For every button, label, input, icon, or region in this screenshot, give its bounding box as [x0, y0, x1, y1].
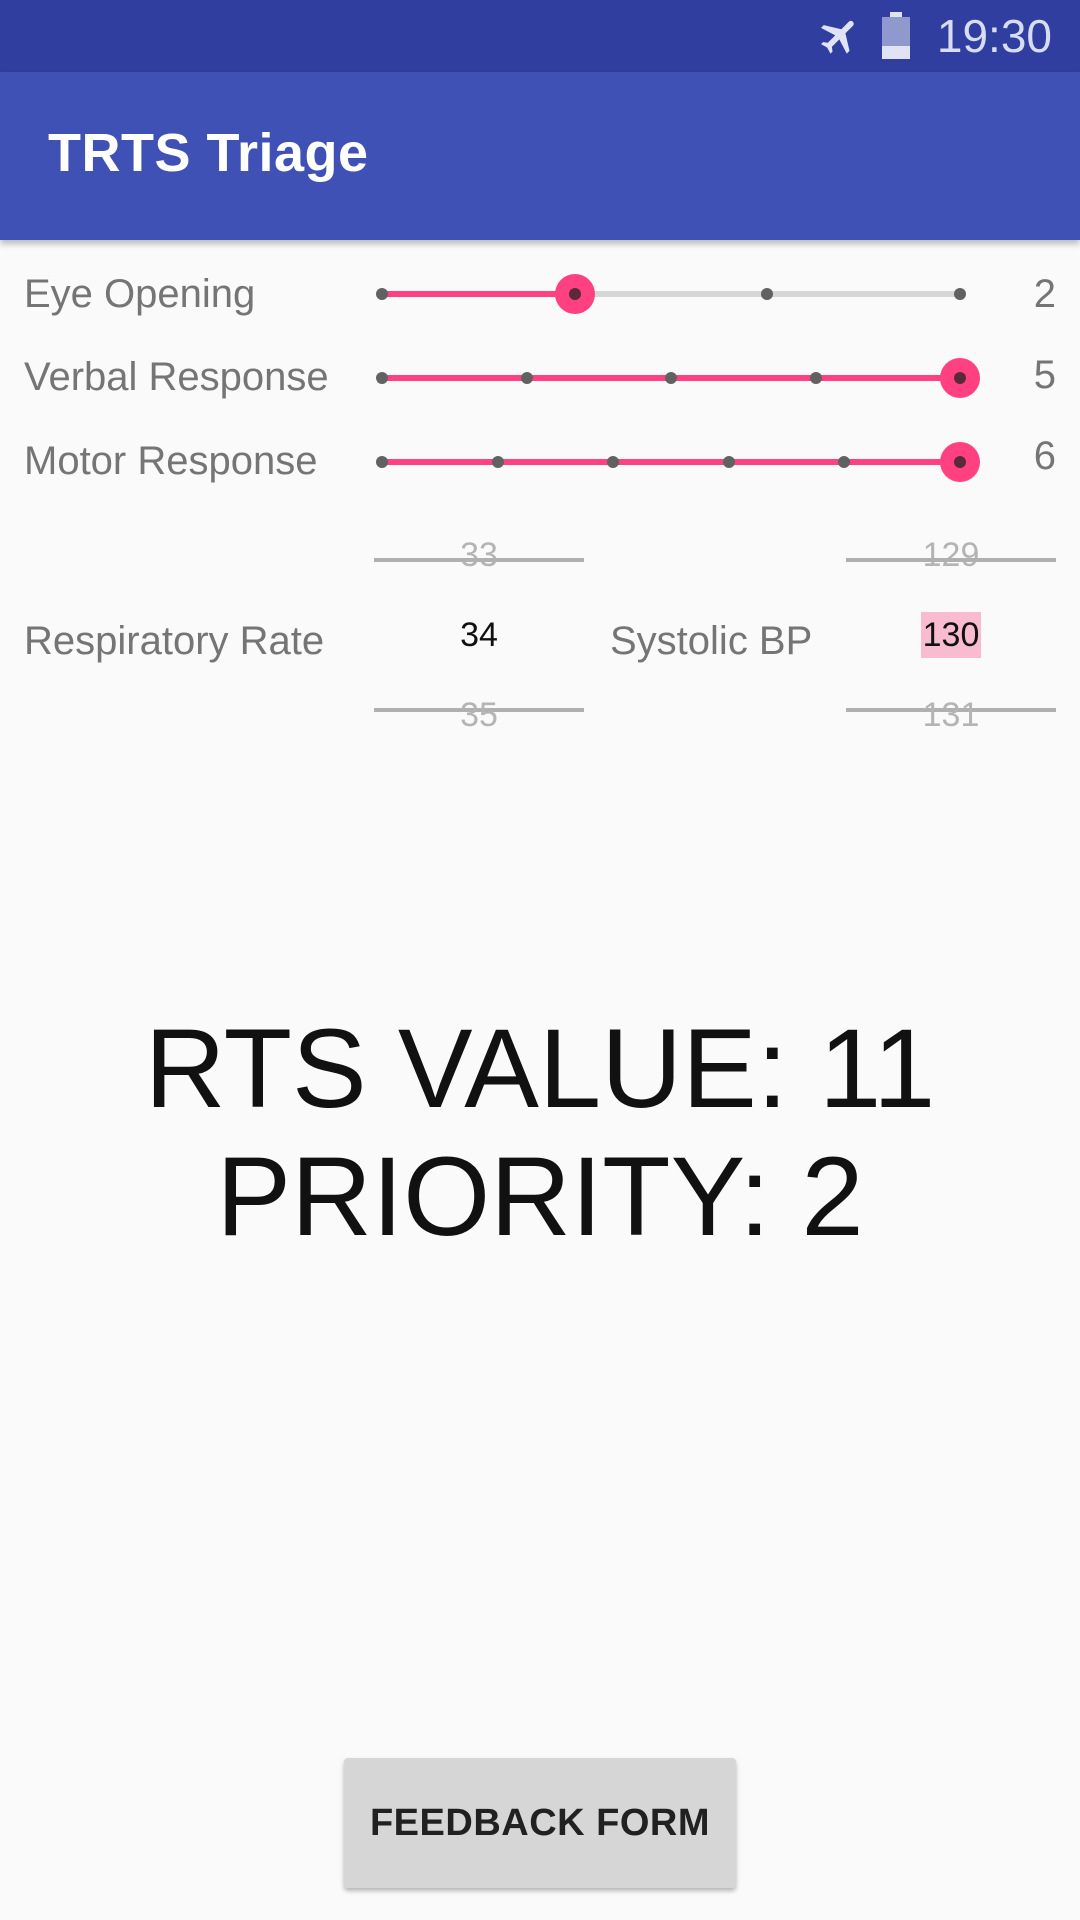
slider-tick [722, 456, 735, 468]
slider-tick [607, 456, 620, 468]
slider-thumb[interactable] [940, 442, 980, 482]
airplane-mode-icon [817, 13, 863, 59]
slider-tick [376, 456, 388, 468]
systolic-bp-label: Systolic BP [610, 619, 813, 663]
battery-icon [881, 12, 911, 60]
motor-response-value: 6 [1033, 434, 1056, 478]
eye-opening-label: Eye Opening [24, 272, 256, 316]
slider-tick [761, 288, 774, 300]
motor-response-slider[interactable] [376, 442, 980, 482]
status-icons: 19:30 [817, 0, 1052, 72]
slider-tick [809, 372, 822, 384]
systolic-bp-picker[interactable]: 129 130 131 [846, 530, 1056, 750]
picker-divider [846, 558, 1056, 562]
respiratory-rate-current[interactable]: 34 [374, 616, 584, 655]
priority-text: PRIORITY: 2 [216, 1134, 864, 1259]
slider-thumb[interactable] [554, 274, 595, 314]
slider-fill [382, 291, 575, 297]
slider-tick [665, 372, 677, 384]
eye-opening-value: 2 [1033, 272, 1056, 316]
respiratory-rate-prev[interactable]: 33 [374, 536, 584, 575]
systolic-bp-current-value: 130 [920, 612, 982, 658]
app-bar: TRTS Triage [0, 72, 1080, 240]
picker-divider [374, 558, 584, 562]
systolic-bp-prev[interactable]: 129 [846, 536, 1056, 575]
slider-tick [376, 288, 388, 300]
verbal-response-value: 5 [1033, 353, 1056, 397]
status-time: 19:30 [936, 10, 1052, 62]
slider-tick [491, 456, 504, 468]
respiratory-rate-picker[interactable]: 33 34 35 [374, 530, 584, 750]
verbal-response-slider[interactable] [376, 358, 980, 398]
motor-response-label: Motor Response [24, 439, 318, 483]
slider-fill [382, 459, 960, 465]
respiratory-rate-current-value: 34 [460, 616, 498, 654]
respiratory-rate-label: Respiratory Rate [24, 619, 325, 663]
respiratory-rate-next[interactable]: 35 [374, 696, 584, 735]
feedback-form-button[interactable]: FEEDBACK FORM [344, 1758, 736, 1888]
eye-opening-slider[interactable] [376, 274, 966, 314]
slider-tick [520, 372, 533, 384]
rts-value-text: RTS VALUE: 11 [144, 1006, 936, 1131]
systolic-bp-next[interactable]: 131 [846, 696, 1056, 735]
slider-tick [376, 372, 388, 384]
verbal-response-label: Verbal Response [24, 355, 329, 399]
slider-tick [954, 288, 966, 300]
systolic-bp-current[interactable]: 130 [846, 612, 1056, 658]
app-title: TRTS Triage [48, 123, 369, 183]
status-bar: 19:30 [0, 0, 1080, 72]
slider-thumb[interactable] [940, 358, 980, 398]
slider-tick [838, 456, 851, 468]
